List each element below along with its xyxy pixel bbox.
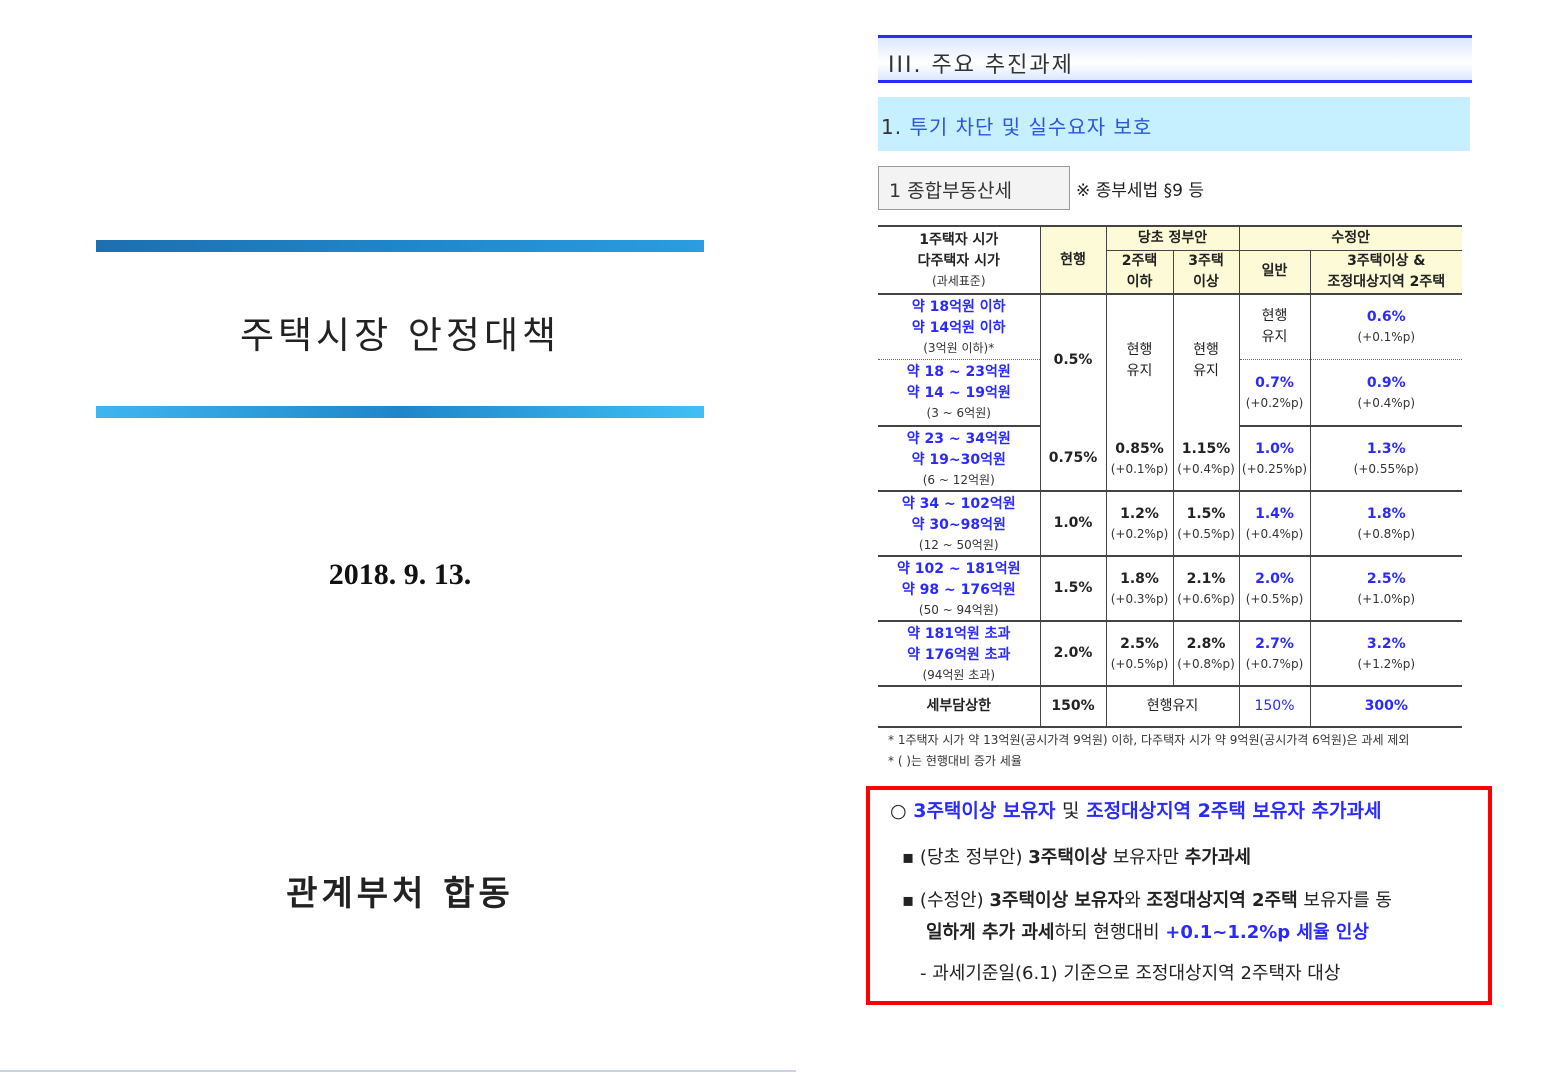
cover-top-bar [96,240,704,252]
cover-title: 주택시장 안정대책 [239,314,561,357]
table-row: 약 18억원 이하 약 14억원 이하 (3억원 이하)* 0.5% 현행 유지 현행… [878,293,1462,426]
subsection-title: 투기 차단 및 실수요자 보호 [909,115,1153,139]
table-row: 약 102 ~ 181억원 약 98 ~ 176억원 (50 ~ 94억원) 1.5… [878,556,1462,622]
highlight-item-original: ▪ (당초 정부안) 3주택이상 보유자만 추가과세 [902,847,1251,868]
highlight-item-basis: - 과세기준일(6.1) 기준으로 조정대상지역 2주택자 대상 [920,963,1341,984]
highlight-title: ○ 3주택이상 보유자 및 조정대상지역 2주택 보유자 추가과세 [890,800,1382,822]
tax-rate-table: 1주택자 시가 다주택자 시가 (과세표준) 현행 당초 정부안 수정안 2주택 이하… [878,225,1462,728]
topic-box: 1 종합부동산세 [878,166,1070,210]
table-row-cap: 세부담상한 150% 현행유지 150% 300% [878,686,1462,728]
table-row: 약 23 ~ 34억원 약 19~30억원 (6 ~ 12억원) 0.75% 0.8… [878,426,1462,492]
header-two-homes: 2주택 이하 [1106,250,1174,295]
section-heading: III. 주요 추진과제 [878,35,1472,83]
table-notes: * 1주택자 시가 약 13억원(공시가격 9억원) 이하, 다주택자 시가 약… [888,733,1410,768]
header-current: 현행 [1039,225,1107,295]
subsection-heading: 1. 투기 차단 및 실수요자 보호 [878,97,1470,151]
header-original-proposal: 당초 정부안 [1105,225,1240,251]
header-multi: 3주택이상 & 조정대상지역 2주택 [1309,250,1462,295]
page-divider [0,1070,796,1072]
cover-bottom-bar [96,406,704,418]
law-reference: ※ 종부세법 §9 등 [1076,181,1204,201]
table-row: 약 34 ~ 102억원 약 30~98억원 (12 ~ 50억원) 1.0% 1.… [878,491,1462,557]
highlight-item-revised: ▪ (수정안) 3주택이상 보유자와 조정대상지역 2주택 보유자를 동 일하게 … [902,890,1392,943]
header-revised-proposal: 수정안 [1238,225,1462,251]
table-row: 약 181억원 초과 약 176억원 초과 (94억원 초과) 2.0% 2.5%(… [878,621,1462,687]
header-price: 1주택자 시가 다주택자 시가 (과세표준) [878,225,1041,295]
cover-date: 2018. 9. 13. [328,558,472,591]
cover-organization: 관계부처 합동 [286,874,514,914]
highlight-box: ○ 3주택이상 보유자 및 조정대상지역 2주택 보유자 추가과세 ▪ (당초 … [866,786,1492,1005]
header-three-homes: 3주택 이상 [1172,250,1240,295]
header-general: 일반 [1238,250,1311,295]
subsection-number: 1. [881,115,903,139]
